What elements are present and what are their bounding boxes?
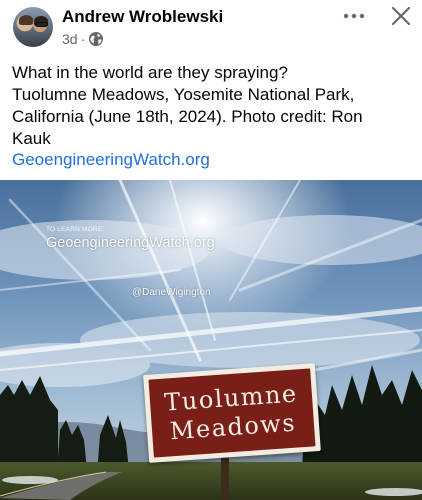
author-name[interactable]: Andrew Wroblewski bbox=[62, 7, 223, 27]
photo-watermark-handle: @DaneWigington bbox=[132, 287, 211, 298]
close-icon[interactable] bbox=[388, 3, 414, 29]
meadows-sign: Tuolumne Meadows bbox=[143, 363, 321, 463]
post-text-line: Kauk bbox=[12, 129, 51, 148]
post-text-line: What in the world are they spraying? bbox=[12, 63, 288, 82]
post-text-line: Tuolumne Meadows, Yosemite National Park… bbox=[12, 85, 355, 104]
post-meta: 3d · bbox=[62, 31, 104, 47]
post-text-line: California (June 18th, 2024). Photo cred… bbox=[12, 107, 363, 126]
photo-watermark-small: TO LEARN MORE: bbox=[46, 226, 105, 233]
post-link[interactable]: GeoengineeringWatch.org bbox=[12, 149, 210, 171]
avatar-detail bbox=[19, 15, 33, 25]
avatar-detail bbox=[35, 22, 48, 27]
post-time[interactable]: 3d bbox=[62, 31, 78, 47]
post-text: What in the world are they spraying? Tuo… bbox=[12, 62, 412, 150]
photo-watermark: GeoengineeringWatch.org bbox=[46, 235, 215, 251]
globe-icon[interactable] bbox=[88, 31, 104, 47]
more-dots-icon[interactable] bbox=[340, 4, 368, 28]
post-header: Andrew Wroblewski 3d · bbox=[0, 0, 422, 56]
meta-separator: · bbox=[80, 31, 86, 47]
avatar[interactable] bbox=[13, 7, 53, 47]
sign-panel: Tuolumne Meadows bbox=[148, 368, 316, 458]
